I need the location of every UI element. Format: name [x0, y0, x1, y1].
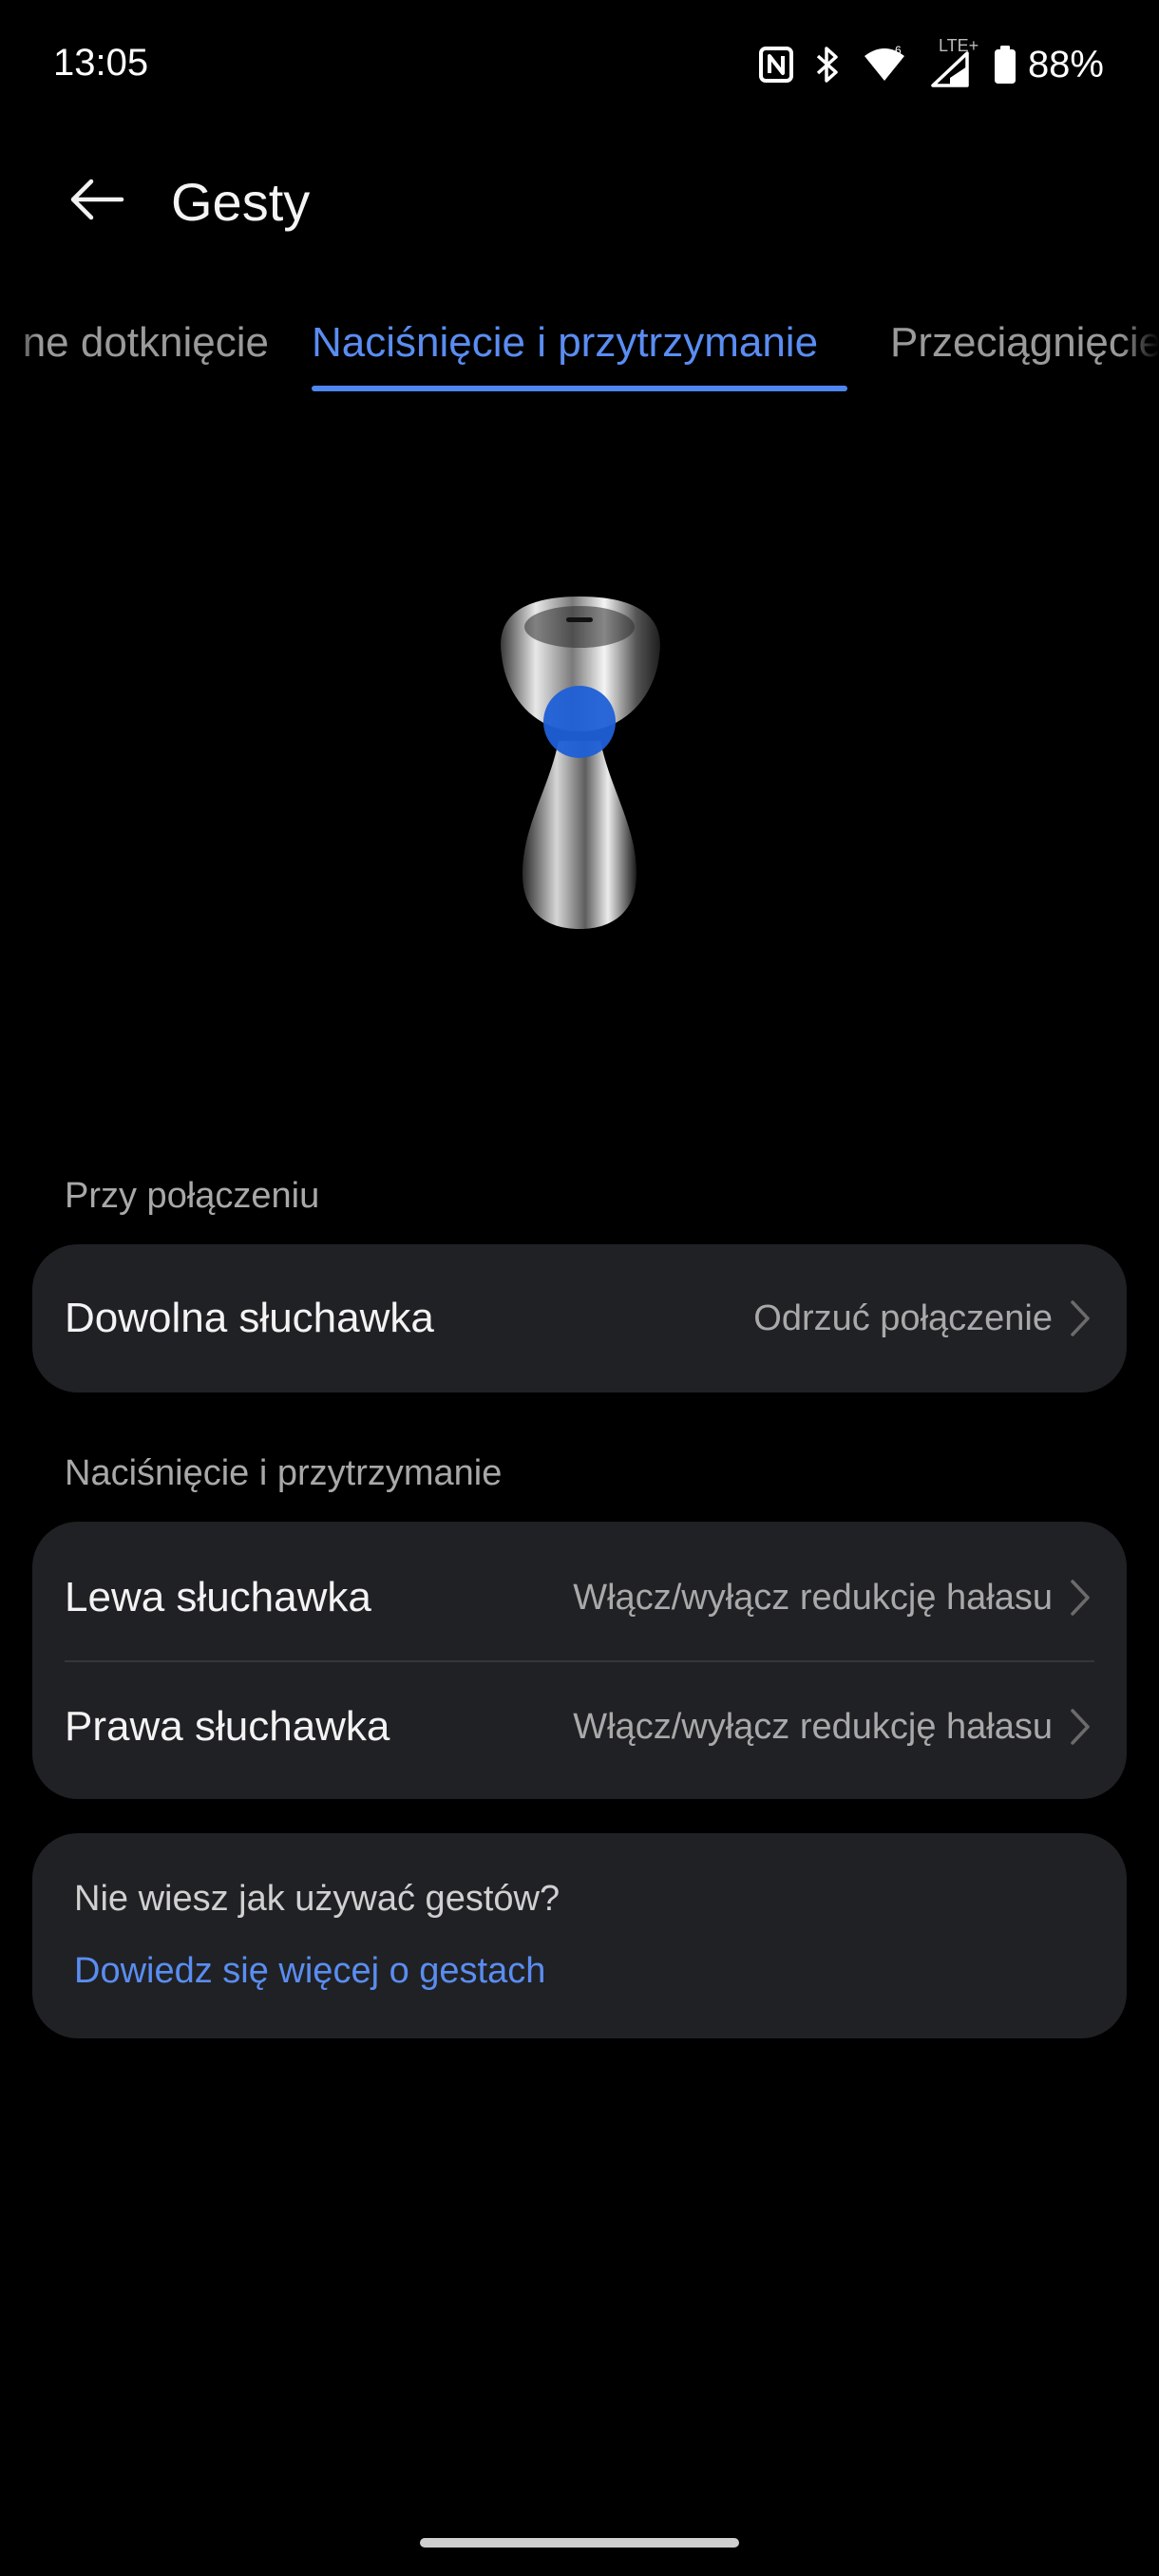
app-header: Gesty [0, 152, 1159, 247]
tab-swipe[interactable]: Przeciągnięcie [890, 319, 1159, 367]
signal-icon: LTE+ [927, 36, 978, 87]
row-label: Lewa słuchawka [65, 1574, 371, 1620]
svg-text:6: 6 [895, 45, 902, 57]
gesture-tabs: ne dotknięcie Naciśnięcie i przytrzymani… [0, 313, 1159, 399]
row-right-earbud[interactable]: Prawa słuchawka Włącz/wyłącz redukcję ha… [32, 1662, 1127, 1791]
tab-fade-right [1121, 313, 1159, 399]
status-icons: 6 LTE+ 88% [758, 36, 1104, 91]
row-label: Prawa słuchawka [65, 1703, 390, 1750]
row-value: Włącz/wyłącz redukcję hałasu [573, 1577, 1053, 1618]
help-card: Nie wiesz jak używać gestów? Dowiedz się… [32, 1833, 1127, 2038]
bluetooth-icon [813, 45, 842, 85]
row-left-earbud[interactable]: Lewa słuchawka Włącz/wyłącz redukcję hał… [32, 1533, 1127, 1662]
battery-percentage: 88% [1027, 43, 1104, 85]
arrow-left-icon [70, 179, 124, 220]
wifi-icon: 6 [861, 45, 908, 85]
battery-icon [994, 45, 1016, 85]
learn-more-link[interactable]: Dowiedz się więcej o gestach [74, 1951, 545, 1992]
status-time: 13:05 [53, 42, 149, 84]
earbud-illustration [446, 589, 712, 940]
home-indicator[interactable] [420, 2538, 739, 2548]
press-and-hold-card: Lewa słuchawka Włącz/wyłącz redukcję hał… [32, 1522, 1127, 1799]
chevron-right-icon [1066, 1706, 1094, 1748]
call-settings-card: Dowolna słuchawka Odrzuć połączenie [32, 1244, 1127, 1392]
nfc-icon [758, 46, 794, 84]
section-header-call: Przy połączeniu [65, 1176, 320, 1216]
section-header-press-and-hold: Naciśnięcie i przytrzymanie [65, 1453, 503, 1493]
row-label: Dowolna słuchawka [65, 1295, 434, 1341]
page-title: Gesty [171, 172, 311, 232]
row-any-earbud[interactable]: Dowolna słuchawka Odrzuć połączenie [32, 1244, 1127, 1392]
active-tab-indicator [312, 386, 847, 391]
back-button[interactable] [57, 160, 137, 239]
tab-fade-left [0, 313, 38, 399]
chevron-right-icon [1066, 1297, 1094, 1339]
help-question: Nie wiesz jak używać gestów? [74, 1879, 560, 1919]
status-bar: 13:05 6 LTE+ 88% [0, 0, 1159, 133]
row-value: Odrzuć połączenie [753, 1297, 1053, 1338]
tab-single-tap[interactable]: ne dotknięcie [23, 319, 269, 367]
chevron-right-icon [1066, 1577, 1094, 1619]
row-value: Włącz/wyłącz redukcję hałasu [573, 1706, 1053, 1747]
tab-press-and-hold[interactable]: Naciśnięcie i przytrzymanie [312, 319, 818, 367]
